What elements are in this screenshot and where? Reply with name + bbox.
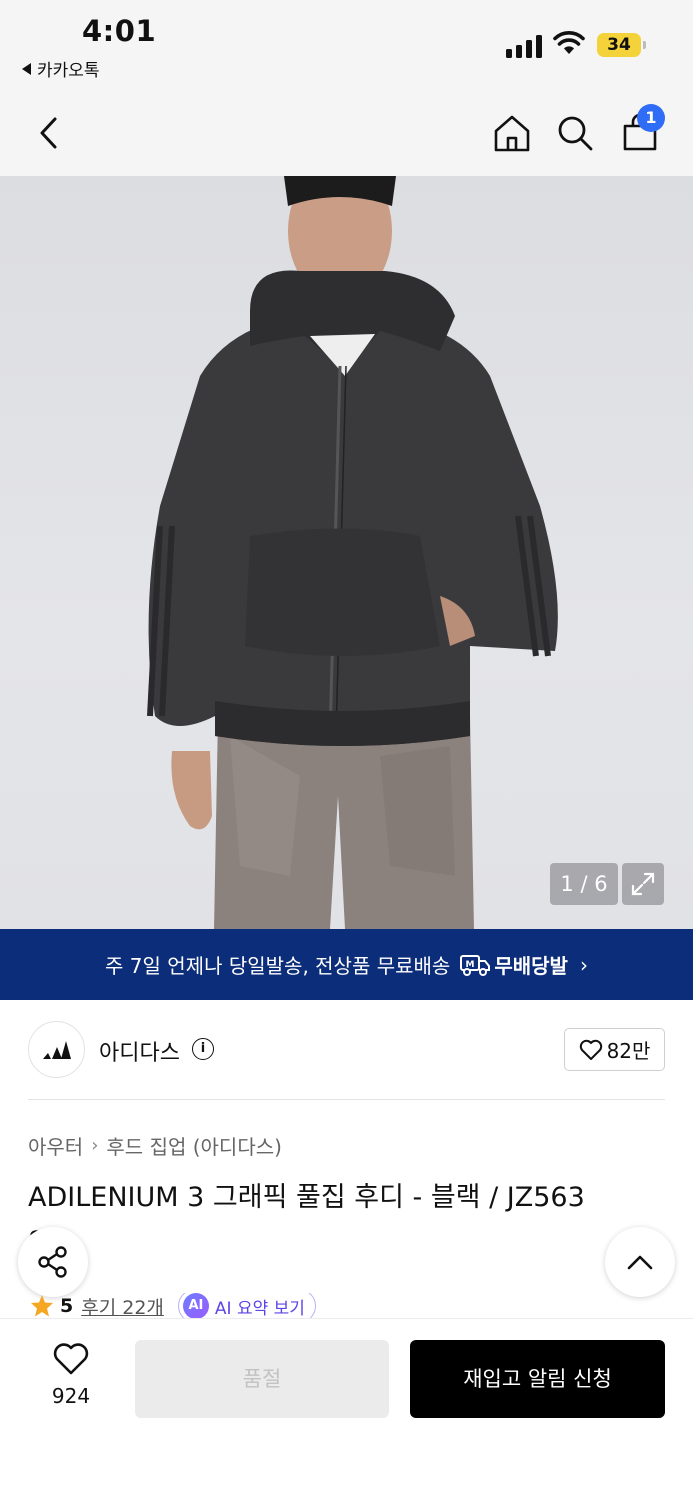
delivery-banner[interactable]: 주 7일 언제나 당일발송, 전상품 무료배송 M 무배당발 ›	[0, 929, 693, 1000]
ai-summary-label: AI 요약 보기	[214, 1298, 305, 1319]
star-icon	[31, 1295, 53, 1317]
delivery-truck-icon: M	[460, 954, 491, 976]
brand-name-link[interactable]: 아디다스	[99, 1035, 180, 1067]
search-button[interactable]	[550, 108, 600, 158]
battery-indicator: 34	[597, 33, 641, 57]
chevron-up-icon	[627, 1255, 653, 1270]
brand-like-count: 82만	[606, 1039, 651, 1063]
chevron-right-icon: ›	[91, 1135, 99, 1156]
ai-badge-icon: AI	[182, 1293, 209, 1319]
svg-text:M: M	[466, 960, 475, 970]
wishlist-count: 924	[51, 1384, 91, 1408]
back-to-app-link[interactable]: 카카오톡	[22, 56, 100, 81]
brand-row: 아디다스 i 82만	[28, 1021, 665, 1079]
heart-icon	[579, 1039, 602, 1060]
brand-like-button[interactable]: 82만	[564, 1028, 665, 1071]
battery-tip	[643, 41, 646, 49]
top-nav	[0, 90, 693, 176]
reviews-link[interactable]: 후기 22개	[81, 1293, 164, 1319]
home-icon	[494, 115, 530, 152]
free-delivery-label: 무배당발	[494, 954, 568, 978]
ai-summary-button[interactable]: AI AI 요약 보기	[177, 1293, 316, 1319]
delivery-banner-text: 주 7일 언제나 당일발송, 전상품 무료배송	[105, 954, 451, 978]
restock-alert-button[interactable]: 재입고 알림 신청	[410, 1340, 665, 1418]
back-triangle-icon	[22, 62, 31, 75]
breadcrumb-item[interactable]: 아우터	[28, 1131, 83, 1160]
product-photo-illustration	[147, 176, 558, 929]
scroll-to-top-button[interactable]	[605, 1227, 675, 1297]
back-app-label: 카카오톡	[37, 61, 100, 81]
cart-count-badge: 1	[637, 104, 665, 132]
brand-info-icon[interactable]: i	[192, 1038, 214, 1060]
sold-out-button: 품절	[135, 1340, 389, 1418]
product-title: ADILENIUM 3 그래픽 풀집 후디 - 블랙 / JZ563	[28, 1182, 585, 1213]
rating-row: 5 후기 22개 AI AI 요약 보기	[30, 1293, 316, 1319]
expand-icon	[631, 872, 655, 896]
adidas-logo-icon	[42, 1040, 71, 1059]
free-delivery-badge: M 무배당발	[460, 950, 568, 979]
cellular-signal-icon	[506, 32, 542, 58]
breadcrumb: 아우터 › 후드 집업 (아디다스)	[28, 1131, 282, 1160]
expand-image-button[interactable]	[622, 863, 664, 905]
search-icon	[558, 116, 593, 151]
status-time: 4:01	[82, 14, 157, 48]
heart-icon	[53, 1343, 89, 1375]
image-counter: 1 / 6	[550, 863, 618, 905]
wifi-icon	[553, 31, 585, 54]
brand-logo[interactable]	[28, 1021, 85, 1078]
breadcrumb-item[interactable]: 후드 집업 (아디다스)	[106, 1131, 282, 1160]
section-divider	[28, 1099, 665, 1100]
status-bar: 4:01 카카오톡 34	[0, 0, 693, 90]
back-button[interactable]	[24, 108, 74, 158]
product-image[interactable]	[0, 176, 693, 929]
wishlist-button[interactable]: 924	[40, 1342, 102, 1408]
share-icon	[38, 1246, 67, 1278]
home-button[interactable]	[487, 108, 537, 158]
share-button[interactable]	[18, 1227, 88, 1297]
chevron-right-icon: ›	[579, 952, 588, 977]
rating-score: 5	[60, 1295, 74, 1317]
chevron-left-icon	[40, 117, 57, 149]
